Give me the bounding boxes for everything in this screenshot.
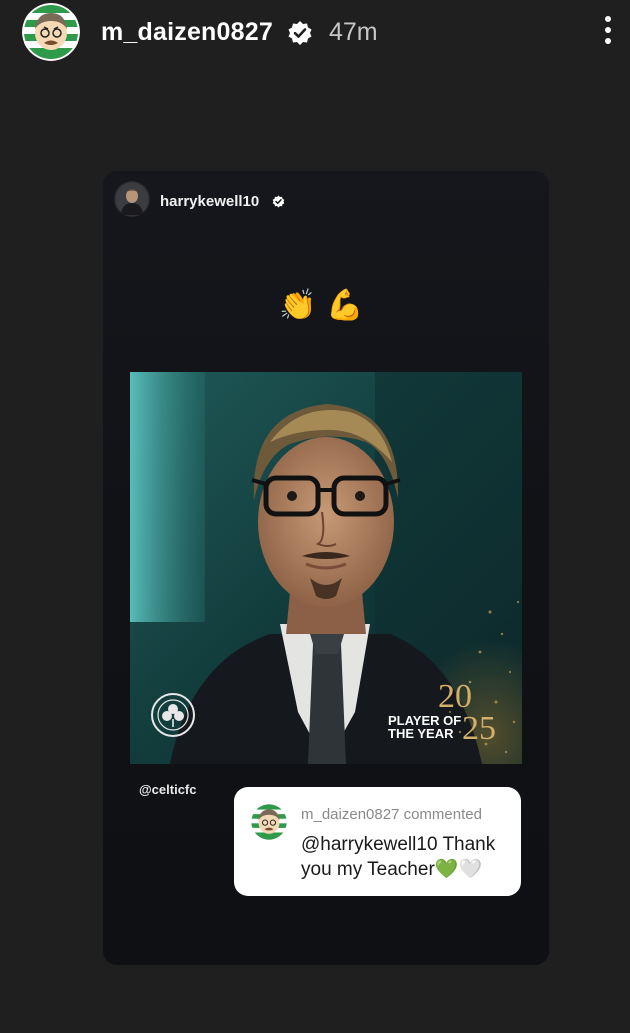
- more-vertical-icon[interactable]: [597, 14, 619, 48]
- story-header: m_daizen0827 47m: [0, 0, 630, 66]
- white-heart-emoji: 🤍: [458, 858, 483, 880]
- story-viewer: m_daizen0827 47m harrykewell10 👏💪 PLAYER…: [0, 0, 630, 1033]
- award-year-top: 20: [438, 678, 472, 715]
- award-label-line2: THE YEAR: [388, 726, 454, 741]
- comment-sticker[interactable]: m_daizen0827 commented @harrykewell10 Th…: [234, 787, 521, 896]
- comment-text: @harrykewell10 Thank you my Teacher💚🤍: [301, 833, 511, 882]
- author-username[interactable]: harrykewell10: [160, 193, 259, 210]
- award-year-bottom: 25: [462, 710, 496, 747]
- comment-meta: m_daizen0827 commented: [301, 806, 482, 823]
- emoji-sticker: 👏💪: [279, 288, 374, 323]
- author-avatar[interactable]: [114, 181, 150, 217]
- mention-tag[interactable]: @celticfc: [139, 782, 196, 797]
- reshared-story-card[interactable]: harrykewell10 👏💪 PLAYER OF THE YEAR 20 2…: [103, 171, 549, 965]
- commenter-avatar: [250, 803, 288, 841]
- profile-avatar[interactable]: [22, 3, 80, 61]
- green-heart-emoji: 💚: [434, 858, 459, 880]
- verified-badge-icon: [287, 20, 313, 46]
- post-time: 47m: [329, 18, 378, 46]
- player-of-the-year-poster: PLAYER OF THE YEAR 20 25: [130, 372, 522, 764]
- username[interactable]: m_daizen0827: [101, 18, 273, 47]
- verified-badge-icon: [272, 195, 285, 208]
